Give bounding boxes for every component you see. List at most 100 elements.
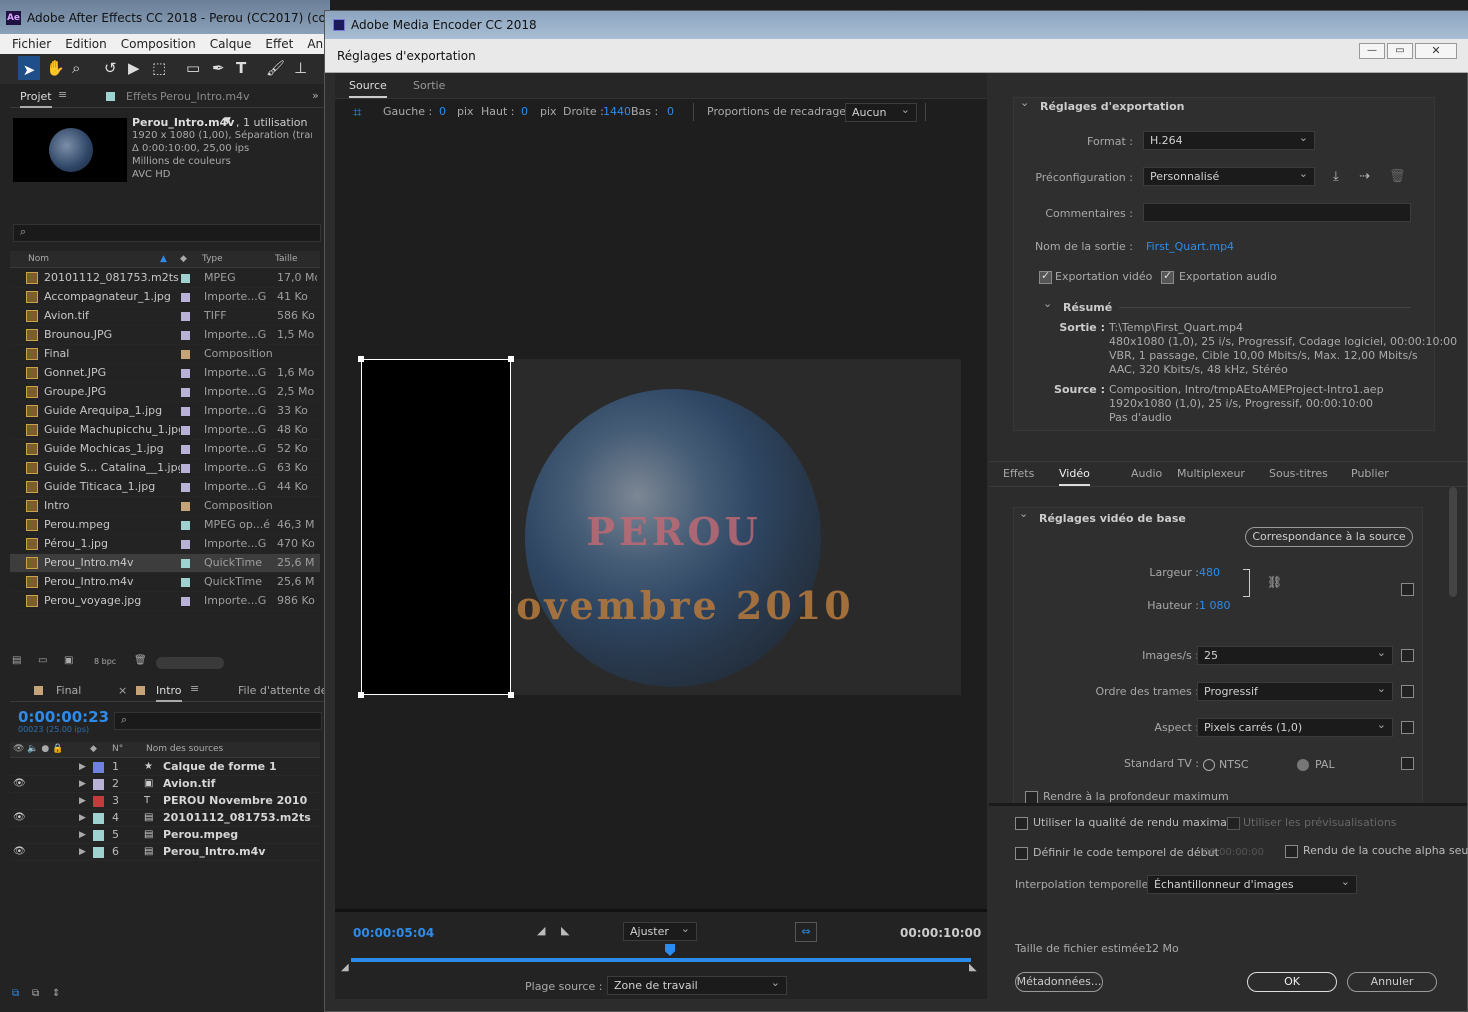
match-source-button[interactable]: Correspondance à la source bbox=[1245, 527, 1413, 547]
trash-icon[interactable]: 🗑 bbox=[134, 655, 147, 666]
max-depth-checkbox[interactable] bbox=[1025, 791, 1038, 803]
pan-behind-tool-icon[interactable]: ⬚ bbox=[152, 54, 166, 82]
collapse-summary-icon[interactable]: ⌄ bbox=[1043, 297, 1052, 310]
layer-label-color[interactable] bbox=[93, 830, 104, 841]
collapse-export-icon[interactable]: ⌄ bbox=[1020, 96, 1029, 109]
project-item[interactable]: Perou_voyage.jpg Importe...G 986 Ko bbox=[10, 592, 320, 611]
layer-name[interactable]: 20101112_081753.m2ts bbox=[163, 810, 311, 826]
unlink-dimensions-icon[interactable]: ⛓ bbox=[1267, 575, 1282, 589]
project-item-label-color[interactable] bbox=[181, 331, 190, 340]
save-preset-icon[interactable]: ⤓ bbox=[1333, 169, 1339, 184]
crop-handle-tl[interactable] bbox=[358, 356, 364, 362]
close-tab-icon[interactable]: × bbox=[118, 684, 127, 697]
label-column-icon[interactable]: ◆ bbox=[180, 251, 187, 267]
column-name[interactable]: Nom bbox=[28, 251, 49, 267]
project-item-label-color[interactable] bbox=[181, 274, 190, 283]
timeline-search-input[interactable]: ⌕ bbox=[114, 712, 322, 730]
import-preset-icon[interactable]: ⇢ bbox=[1359, 169, 1370, 184]
delete-preset-icon[interactable]: 🗑 bbox=[1389, 169, 1406, 184]
layer-name-header[interactable]: Nom des sources bbox=[146, 742, 223, 757]
playhead[interactable] bbox=[665, 944, 675, 956]
menu-composition[interactable]: Composition bbox=[121, 37, 196, 51]
sort-ascending-icon[interactable]: ▲ bbox=[160, 251, 167, 267]
start-timecode-value[interactable]: 00:00:00:00 bbox=[1203, 847, 1264, 858]
zoom-tool-icon[interactable]: ⌕ bbox=[72, 54, 80, 82]
aspect-override-checkbox[interactable] bbox=[1401, 721, 1414, 734]
format-select[interactable]: H.264 bbox=[1143, 131, 1315, 150]
project-item[interactable]: 20101112_081753.m2ts MPEG 17,0 Mo bbox=[10, 269, 320, 288]
layer-row[interactable]: ▶ 3 T PEROU Novembre 2010 bbox=[10, 793, 320, 810]
pen-tool-icon[interactable]: ✒ bbox=[212, 54, 225, 82]
interpolation-select[interactable]: Échantillonneur d'images bbox=[1147, 875, 1357, 894]
layer-label-color[interactable] bbox=[93, 847, 104, 858]
project-item-label-color[interactable] bbox=[181, 540, 190, 549]
project-item-label-color[interactable] bbox=[181, 521, 190, 530]
project-item[interactable]: Guide Titicaca_1.jpg Importe...G 44 Ko bbox=[10, 478, 320, 497]
metadata-button[interactable]: Métadonnées... bbox=[1015, 972, 1103, 992]
tab-output[interactable]: Sortie bbox=[413, 79, 445, 92]
interpret-footage-icon[interactable]: ▤ bbox=[12, 655, 21, 666]
layer-name[interactable]: Calque de forme 1 bbox=[163, 759, 277, 775]
column-size[interactable]: Taille bbox=[275, 251, 298, 267]
preset-select[interactable]: Personnalisé bbox=[1143, 167, 1315, 186]
tab-intro[interactable]: Intro bbox=[156, 684, 182, 702]
minimize-button[interactable]: — bbox=[1359, 43, 1385, 59]
set-out-point-icon[interactable]: ◣ bbox=[561, 924, 569, 937]
project-item-label-color[interactable] bbox=[181, 464, 190, 473]
project-item-label-color[interactable] bbox=[181, 312, 190, 321]
timeline-menu-icon[interactable]: ≡ bbox=[190, 682, 199, 695]
pal-radio[interactable] bbox=[1297, 759, 1309, 771]
layer-label-color[interactable] bbox=[93, 813, 104, 824]
settings-scrollbar[interactable] bbox=[1449, 487, 1457, 597]
eye-icon[interactable]: 👁 bbox=[13, 844, 26, 860]
expand-layer-icon[interactable]: ▶ bbox=[79, 844, 86, 860]
project-item[interactable]: Gonnet.JPG Importe...G 1,6 Mo bbox=[10, 364, 320, 383]
crop-region[interactable] bbox=[361, 359, 511, 695]
export-video-checkbox[interactable] bbox=[1039, 269, 1052, 284]
layer-name[interactable]: Avion.tif bbox=[163, 776, 215, 792]
tab-effects-settings[interactable]: Effets bbox=[1003, 467, 1034, 480]
project-item-label-color[interactable] bbox=[181, 445, 190, 454]
hand-tool-icon[interactable]: ✋ bbox=[46, 54, 65, 82]
tab-source[interactable]: Source bbox=[349, 79, 387, 98]
rectangle-tool-icon[interactable]: ▭ bbox=[186, 54, 200, 82]
cancel-button[interactable]: Annuler bbox=[1347, 972, 1437, 992]
crop-handle-tr[interactable] bbox=[508, 356, 514, 362]
layer-row[interactable]: 👁 ▶ 4 ▤ 20101112_081753.m2ts bbox=[10, 810, 320, 827]
expand-layer-icon[interactable]: ▶ bbox=[79, 793, 86, 809]
start-timecode-checkbox[interactable] bbox=[1015, 847, 1028, 860]
crop-right-value[interactable]: 1440 bbox=[603, 99, 631, 125]
ok-button[interactable]: OK bbox=[1247, 972, 1337, 992]
tab-video[interactable]: Vidéo bbox=[1059, 467, 1090, 486]
aspect-correction-icon[interactable]: ⇔ bbox=[795, 922, 817, 942]
tv-standard-override-checkbox[interactable] bbox=[1401, 757, 1414, 770]
project-item[interactable]: Guide Mochicas_1.jpg Importe...G 52 Ko bbox=[10, 440, 320, 459]
tab-captions[interactable]: Sous-titres bbox=[1269, 467, 1328, 480]
column-type[interactable]: Type bbox=[202, 251, 223, 267]
crop-handle-br[interactable] bbox=[508, 692, 514, 698]
new-folder-icon[interactable]: ▭ bbox=[38, 655, 47, 666]
tab-project[interactable]: Projet bbox=[20, 90, 52, 108]
comp-flowchart-icon[interactable]: ⧉ bbox=[12, 988, 19, 999]
project-item[interactable]: Intro Composition bbox=[10, 497, 320, 516]
project-item-label-color[interactable] bbox=[181, 559, 190, 568]
dimensions-override-checkbox[interactable] bbox=[1401, 583, 1414, 596]
panel-menu-icon[interactable]: ≡ bbox=[58, 88, 67, 101]
collapse-video-icon[interactable]: ⌄ bbox=[1019, 507, 1028, 520]
range-select[interactable]: Zone de travail bbox=[607, 976, 787, 995]
layer-name[interactable]: Perou_Intro.m4v bbox=[163, 844, 265, 860]
project-item-label-color[interactable] bbox=[181, 293, 190, 302]
timeline-timecode[interactable]: 0:00:00:23 bbox=[18, 708, 109, 726]
height-value[interactable]: 1 080 bbox=[1199, 599, 1231, 612]
export-audio-checkbox[interactable] bbox=[1161, 269, 1174, 284]
layer-row[interactable]: 👁 ▶ 6 ▤ Perou_Intro.m4v bbox=[10, 844, 320, 861]
expand-layer-icon[interactable]: ▶ bbox=[79, 827, 86, 843]
project-item[interactable]: Perou_Intro.m4v QuickTime 25,6 M bbox=[10, 554, 320, 573]
menu-fichier[interactable]: Fichier bbox=[12, 37, 51, 51]
layer-label-color[interactable] bbox=[93, 779, 104, 790]
project-item[interactable]: Perou.mpeg MPEG op...é 46,3 M bbox=[10, 516, 320, 535]
transfer-controls-icon[interactable]: ⇕ bbox=[52, 988, 60, 999]
previews-checkbox[interactable] bbox=[1227, 817, 1240, 830]
fit-select[interactable]: Ajuster bbox=[623, 922, 697, 941]
layer-switches-icon[interactable]: ⧉ bbox=[32, 988, 39, 999]
